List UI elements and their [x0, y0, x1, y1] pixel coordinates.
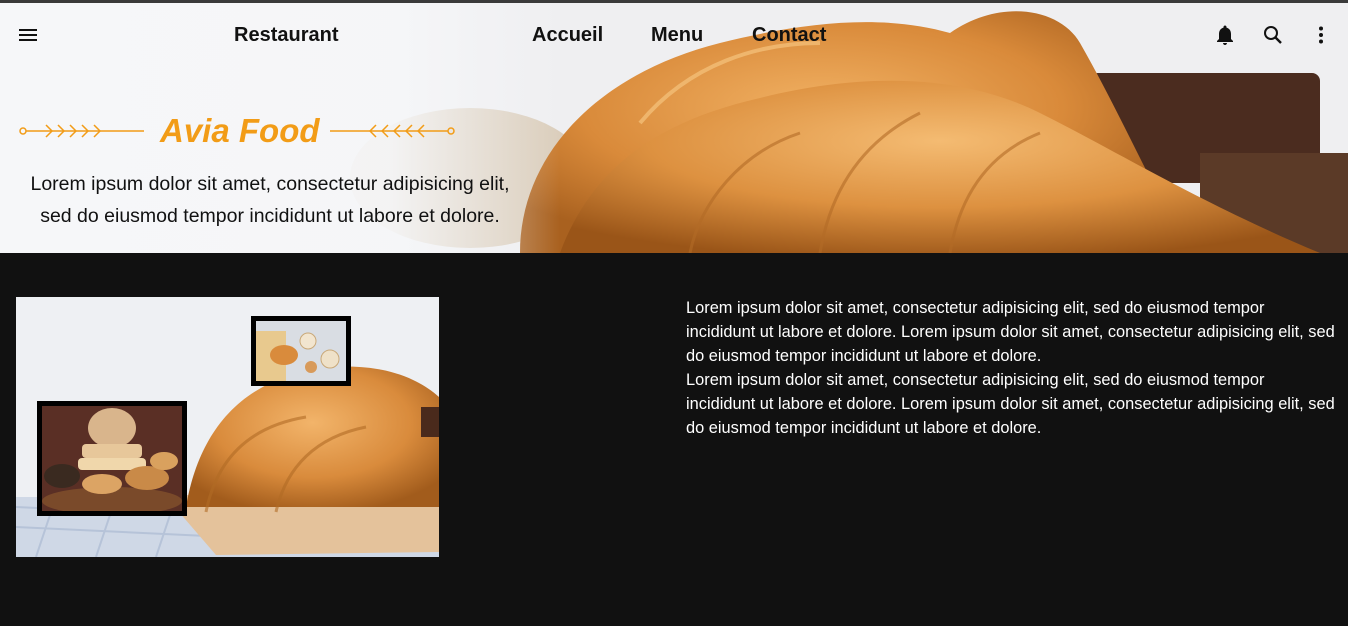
hero-title-row: Avia Food: [0, 110, 540, 154]
content-text: Lorem ipsum dolor sit amet, consectetur …: [686, 296, 1336, 440]
brand-title[interactable]: Restaurant: [234, 3, 338, 67]
nav-link-accueil[interactable]: Accueil: [532, 3, 603, 67]
right-arrow-ornament-icon: [330, 124, 455, 138]
bell-icon[interactable]: [1213, 23, 1237, 47]
thumbnail-breakfast-image[interactable]: [251, 316, 351, 386]
image-gallery: [16, 297, 439, 557]
content-paragraph-1: Lorem ipsum dolor sit amet, consectetur …: [686, 299, 1335, 365]
hero-subtitle: Lorem ipsum dolor sit amet, consectetur …: [0, 168, 540, 232]
thumbnail-bread-image[interactable]: [37, 401, 187, 516]
search-icon[interactable]: [1261, 23, 1285, 47]
nav-link-menu[interactable]: Menu: [651, 3, 703, 67]
content-paragraph-2: Lorem ipsum dolor sit amet, consectetur …: [686, 371, 1335, 437]
hero-subtitle-line-2: sed do eiusmod tempor incididunt ut labo…: [40, 205, 500, 227]
menu-icon[interactable]: [16, 23, 40, 47]
more-vert-icon[interactable]: [1309, 23, 1333, 47]
nav-link-contact[interactable]: Contact: [752, 3, 826, 67]
top-navbar: Restaurant Accueil Menu Contact: [0, 3, 1348, 67]
left-arrow-ornament-icon: [19, 124, 144, 138]
hero-brand-title: Avia Food: [160, 112, 320, 149]
hero-subtitle-line-1: Lorem ipsum dolor sit amet, consectetur …: [30, 173, 510, 195]
